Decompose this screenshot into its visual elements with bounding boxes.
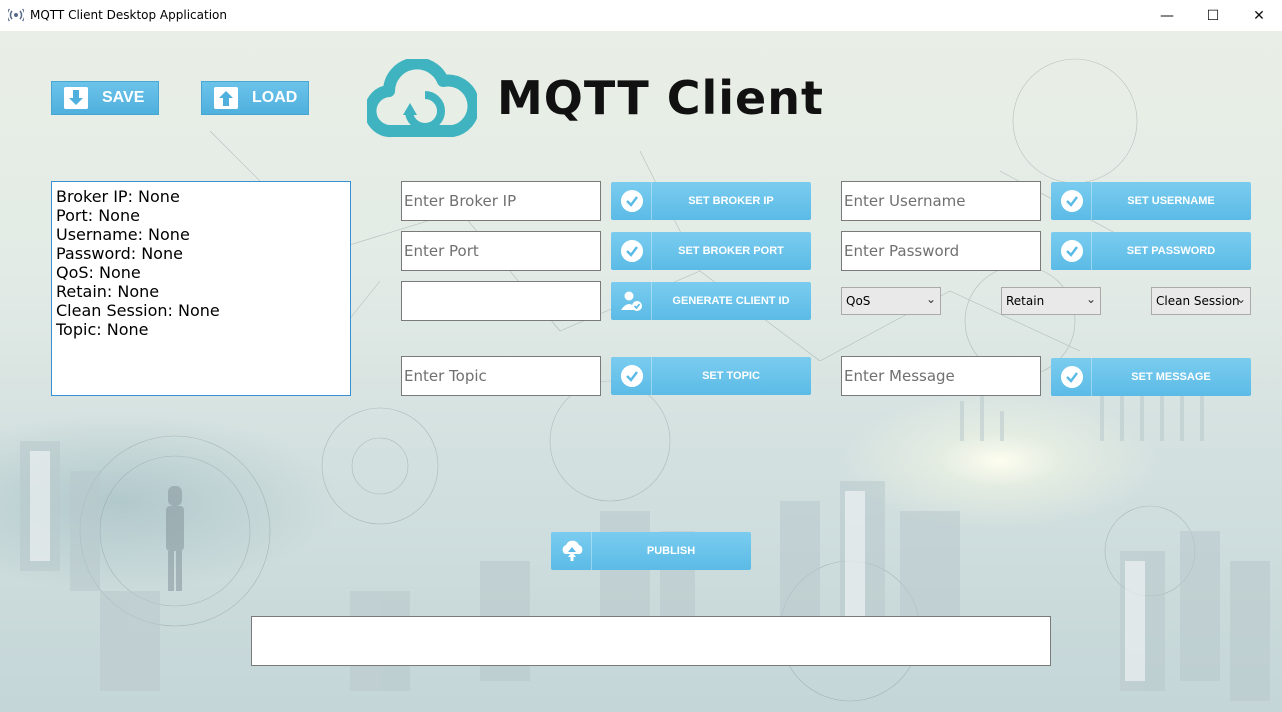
qos-select-value: QoS [846, 294, 871, 308]
maximize-button[interactable]: ☐ [1190, 0, 1236, 31]
broker-ip-input[interactable]: Enter Broker IP [401, 181, 601, 221]
generate-client-id-label: GENERATE CLIENT ID [672, 295, 790, 307]
publish-button[interactable]: PUBLISH [551, 532, 751, 570]
generate-client-id-button[interactable]: GENERATE CLIENT ID [611, 282, 811, 320]
check-icon [1061, 366, 1083, 388]
save-label: SAVE [102, 89, 145, 106]
close-button[interactable]: ✕ [1236, 0, 1282, 31]
port-input[interactable]: Enter Port [401, 231, 601, 271]
set-broker-ip-label: SET BROKER IP [688, 195, 774, 207]
load-button[interactable]: LOAD [201, 81, 309, 115]
window-titlebar: MQTT Client Desktop Application — ☐ ✕ [0, 0, 1282, 31]
status-clean-session: Clean Session: None [56, 301, 220, 320]
password-input[interactable]: Enter Password [841, 231, 1041, 271]
window-title: MQTT Client Desktop Application [30, 8, 227, 22]
chevron-down-icon: ⌄ [1085, 292, 1096, 306]
publish-label: PUBLISH [646, 545, 696, 557]
minimize-button[interactable]: — [1144, 0, 1190, 31]
set-message-label: SET MESSAGE [1131, 371, 1211, 383]
upload-icon [214, 87, 238, 109]
clean-session-select[interactable]: Clean Session ⌄ [1151, 287, 1251, 315]
status-broker-ip: Broker IP: None [56, 187, 180, 206]
cloud-upload-icon [562, 540, 583, 561]
user-check-icon [621, 291, 642, 311]
status-topic: Topic: None [56, 320, 149, 339]
username-input[interactable]: Enter Username [841, 181, 1041, 221]
set-username-button[interactable]: SET USERNAME [1051, 182, 1251, 220]
set-broker-port-label: SET BROKER PORT [678, 245, 784, 257]
set-password-button[interactable]: SET PASSWORD [1051, 232, 1251, 270]
clean-session-select-value: Clean Session [1156, 294, 1240, 308]
set-broker-ip-button[interactable]: SET BROKER IP [611, 182, 811, 220]
status-password: Password: None [56, 244, 183, 263]
set-password-label: SET PASSWORD [1126, 245, 1216, 257]
status-retain: Retain: None [56, 282, 160, 301]
check-icon [621, 190, 643, 212]
retain-select[interactable]: Retain ⌄ [1001, 287, 1101, 315]
output-log-field[interactable] [251, 616, 1051, 666]
status-qos: QoS: None [56, 263, 141, 282]
set-username-label: SET USERNAME [1127, 195, 1215, 207]
retain-select-value: Retain [1006, 294, 1045, 308]
set-broker-port-button[interactable]: SET BROKER PORT [611, 232, 811, 270]
set-message-button[interactable]: SET MESSAGE [1051, 358, 1251, 396]
app-body: SAVE LOAD MQTT Client Broker IP: None Po… [0, 31, 1282, 712]
check-icon [621, 365, 643, 387]
load-label: LOAD [252, 89, 298, 106]
status-username: Username: None [56, 225, 190, 244]
check-icon [1061, 240, 1083, 262]
qos-select[interactable]: QoS ⌄ [841, 287, 941, 315]
message-input[interactable]: Enter Message [841, 356, 1041, 396]
cloud-sync-logo-icon [367, 59, 477, 138]
check-icon [1061, 190, 1083, 212]
broadcast-icon [8, 8, 24, 22]
check-icon [621, 240, 643, 262]
client-id-field[interactable] [401, 281, 601, 321]
save-button[interactable]: SAVE [51, 81, 159, 115]
app-logo-text: MQTT Client [497, 71, 824, 125]
set-topic-button[interactable]: SET TOPIC [611, 357, 811, 395]
set-topic-label: SET TOPIC [702, 370, 760, 382]
chevron-down-icon: ⌄ [1235, 292, 1246, 306]
connection-status-panel: Broker IP: None Port: None Username: Non… [51, 181, 351, 396]
status-port: Port: None [56, 206, 140, 225]
chevron-down-icon: ⌄ [925, 292, 936, 306]
topic-input[interactable]: Enter Topic [401, 356, 601, 396]
download-icon [64, 87, 88, 109]
